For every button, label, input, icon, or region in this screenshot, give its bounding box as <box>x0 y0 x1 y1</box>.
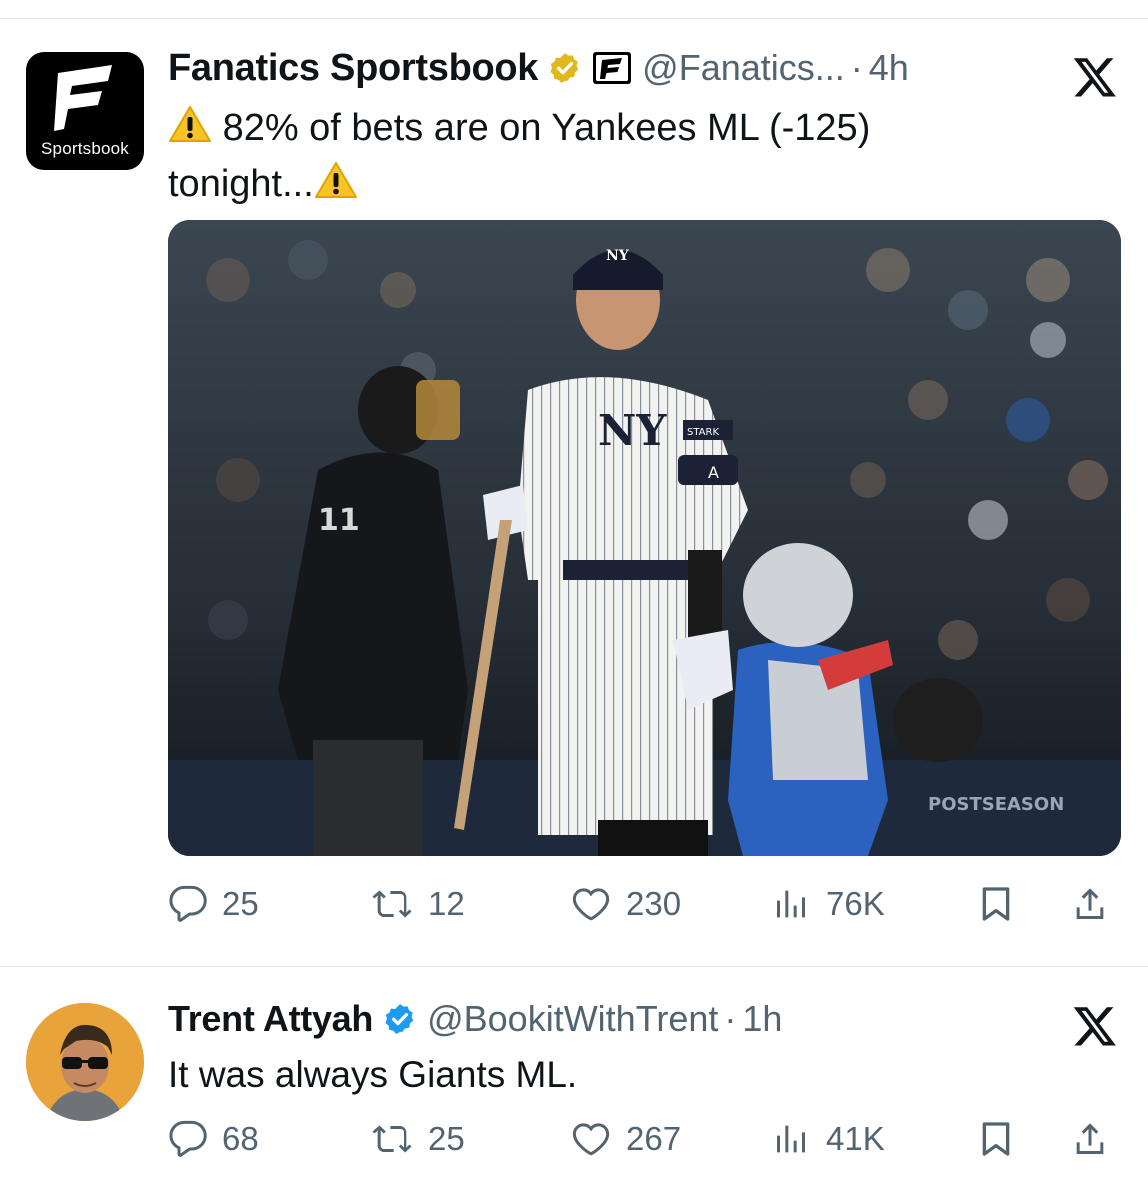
tweet-header: Trent Attyah @BookitWithTrent · 1h <box>168 997 782 1041</box>
jersey-logo: NY <box>598 406 667 455</box>
captain-armband: A <box>708 463 719 482</box>
timestamp[interactable]: 4h <box>869 47 909 89</box>
warning-icon <box>168 104 212 158</box>
views-icon <box>777 1125 805 1153</box>
author-handle[interactable]: @Fanatics... <box>642 47 845 89</box>
retweet-count: 12 <box>428 885 465 922</box>
reply-button[interactable]: 68 <box>168 1115 259 1163</box>
like-count: 230 <box>626 885 682 922</box>
tweet-trent[interactable]: Trent Attyah @BookitWithTrent · 1h It wa… <box>0 967 1148 1200</box>
tweet-header: Fanatics Sportsbook @Fanatics... · 4h <box>168 46 909 90</box>
umpire-number: 11 <box>318 503 360 538</box>
author-handle[interactable]: @BookitWithTrent <box>427 998 718 1040</box>
tweet-text: It was always Giants ML. <box>168 1054 578 1095</box>
avatar[interactable]: Sportsbook <box>26 52 144 170</box>
like-button[interactable]: 230 <box>570 880 681 928</box>
retweet-button[interactable]: 12 <box>370 880 465 928</box>
share-button[interactable] <box>1070 880 1124 928</box>
views-button[interactable]: 76K <box>772 880 885 928</box>
timestamp[interactable]: 1h <box>742 998 782 1040</box>
reply-icon <box>169 885 207 922</box>
tweet-actions: 68 25 267 41K <box>168 1115 1128 1163</box>
avatar-label: Sportsbook <box>41 139 129 158</box>
affiliate-badge-icon <box>592 51 632 85</box>
warning-icon <box>314 160 358 214</box>
x-logo-icon <box>1072 1003 1118 1054</box>
helmet-logo: NY <box>606 248 630 264</box>
gold-verified-badge-icon <box>548 51 582 85</box>
share-button[interactable] <box>1070 1115 1124 1163</box>
blue-verified-badge-icon <box>383 1002 417 1036</box>
tweet-text: 82% of bets are on Yankees ML (-125) ton… <box>168 102 968 214</box>
views-icon <box>777 890 805 918</box>
sleeve-patch: STARK <box>687 427 719 438</box>
author-name[interactable]: Fanatics Sportsbook <box>168 47 538 90</box>
views-button[interactable]: 41K <box>772 1115 885 1163</box>
bookmark-icon <box>982 1122 1010 1156</box>
tweet-actions: 25 12 230 76K <box>168 880 1128 928</box>
tweet-body: 82% of bets are on Yankees ML (-125) ton… <box>168 107 881 205</box>
separator: · <box>724 998 737 1039</box>
reply-count: 68 <box>222 1120 259 1157</box>
retweet-icon <box>372 890 412 918</box>
tweet-photo[interactable]: POSTSEASON 11 NY NY STARK A <box>168 220 1121 856</box>
top-divider <box>0 0 1148 19</box>
bookmark-icon <box>982 887 1010 921</box>
heart-icon <box>572 1123 610 1156</box>
view-count: 41K <box>826 1120 885 1157</box>
reply-icon <box>169 1120 207 1157</box>
retweet-icon <box>372 1125 412 1153</box>
view-count: 76K <box>826 885 885 922</box>
retweet-count: 25 <box>428 1120 465 1157</box>
x-logo-icon <box>1072 54 1118 105</box>
share-icon <box>1076 888 1104 919</box>
author-name[interactable]: Trent Attyah <box>168 998 373 1040</box>
separator: · <box>850 47 863 88</box>
heart-icon <box>572 888 610 921</box>
reply-count: 25 <box>222 885 259 922</box>
reply-button[interactable]: 25 <box>168 880 259 928</box>
share-icon <box>1076 1123 1104 1154</box>
tweet-fanatics[interactable]: Sportsbook Fanatics Sportsbook @Fanatics… <box>0 18 1148 967</box>
fanatics-logo-icon <box>54 65 112 131</box>
bookmark-button[interactable] <box>976 1115 1030 1163</box>
retweet-button[interactable]: 25 <box>370 1115 465 1163</box>
avatar[interactable] <box>26 1003 144 1121</box>
like-button[interactable]: 267 <box>570 1115 681 1163</box>
like-count: 267 <box>626 1120 682 1157</box>
bookmark-button[interactable] <box>976 880 1030 928</box>
wall-text: POSTSEASON <box>928 794 1064 815</box>
